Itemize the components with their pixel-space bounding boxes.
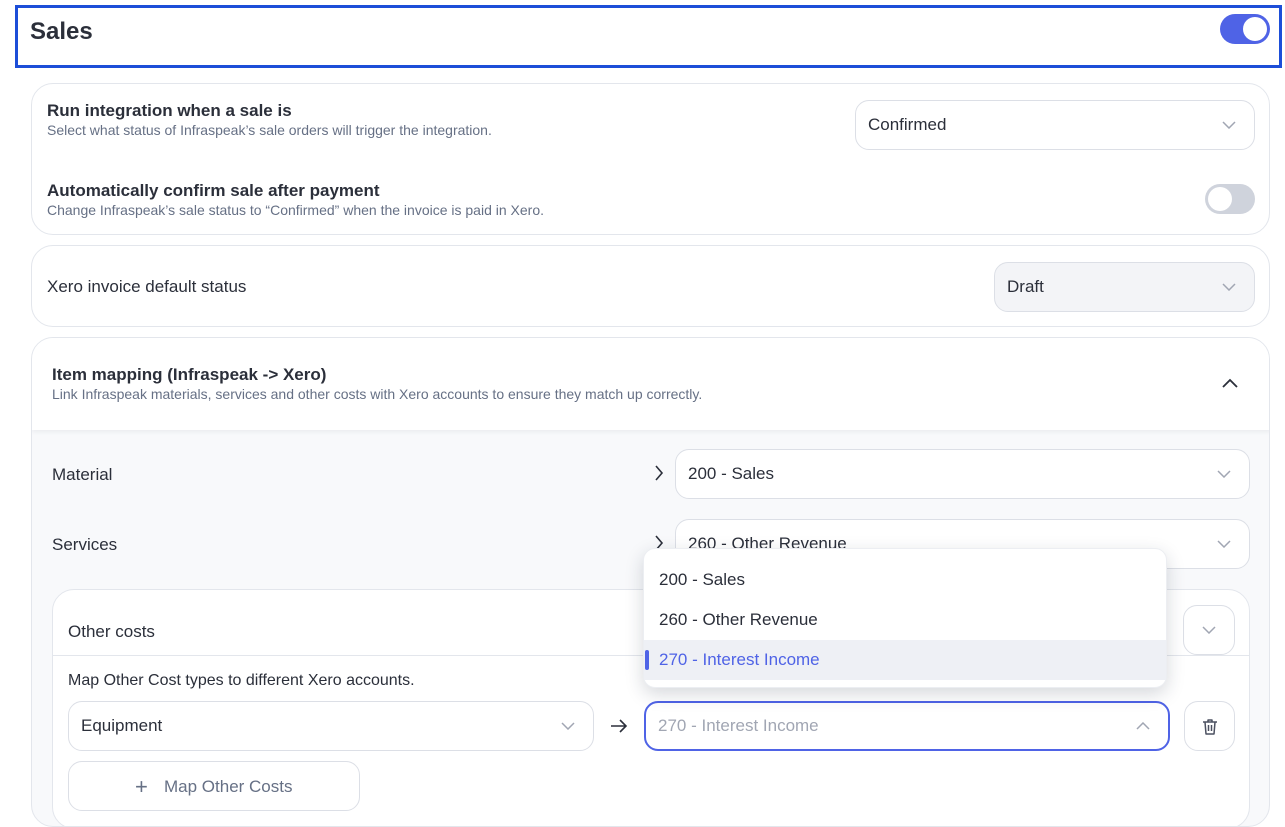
other-cost-account-select[interactable]: 270 - Interest Income [644,701,1170,751]
map-other-costs-label: Map Other Costs [164,777,293,796]
run-integration-title: Run integration when a sale is [47,101,292,120]
other-cost-account-placeholder: 270 - Interest Income [658,716,819,735]
auto-confirm-toggle[interactable] [1205,184,1255,214]
map-other-costs-button[interactable]: + Map Other Costs [68,761,360,811]
material-label: Material [52,465,113,484]
chevron-right-icon [655,465,664,481]
run-integration-status-select[interactable]: Confirmed [855,100,1255,150]
other-costs-instructions: Map Other Cost types to different Xero a… [68,672,415,689]
auto-confirm-description: Change Infraspeak’s sale status to “Conf… [47,202,545,218]
delete-mapping-button[interactable] [1184,701,1235,751]
chevron-down-icon [561,722,575,730]
run-integration-status-value: Confirmed [868,115,947,134]
arrow-right-icon [611,719,628,733]
dropdown-option-label: 270 - Interest Income [659,650,820,669]
account-dropdown-menu: 200 - Sales 260 - Other Revenue 270 - In… [643,548,1167,688]
trash-icon [1203,719,1217,735]
chevron-down-icon [1222,121,1236,129]
material-account-select[interactable]: 200 - Sales [675,449,1250,499]
item-mapping-header[interactable]: Item mapping (Infraspeak -> Xero) Link I… [32,338,1269,430]
other-cost-type-select[interactable]: Equipment [68,701,594,751]
section-title: Sales [30,18,93,45]
auto-confirm-title: Automatically confirm sale after payment [47,181,380,200]
plus-icon: + [135,774,148,799]
dropdown-option[interactable]: 200 - Sales [644,560,1166,600]
toggle-knob [1243,17,1267,41]
material-account-value: 200 - Sales [688,464,774,483]
item-mapping-description: Link Infraspeak materials, services and … [52,386,703,402]
chevron-down-icon [1217,470,1231,478]
sales-enabled-toggle[interactable] [1220,14,1270,44]
chevron-down-icon [1202,626,1216,634]
section-header: Sales [15,5,1282,68]
item-mapping-title: Item mapping (Infraspeak -> Xero) [52,365,327,384]
services-label: Services [52,535,118,554]
chevron-down-icon [1217,540,1231,548]
dropdown-option-label: 260 - Other Revenue [659,610,818,629]
other-cost-type-value: Equipment [81,716,163,735]
dropdown-option[interactable]: 260 - Other Revenue [644,600,1166,640]
toggle-knob [1208,187,1232,211]
other-costs-account-select[interactable] [1183,605,1235,655]
chevron-down-icon [1222,283,1236,291]
invoice-status-card: Xero invoice default status Draft [31,245,1270,327]
selection-indicator [645,650,649,670]
chevron-up-icon [1136,722,1150,730]
other-costs-label: Other costs [68,622,155,641]
run-integration-description: Select what status of Infraspeak’s sale … [47,122,492,138]
invoice-status-value: Draft [1007,277,1044,296]
dropdown-option-label: 200 - Sales [659,570,745,589]
invoice-status-label: Xero invoice default status [47,277,247,296]
dropdown-option-selected[interactable]: 270 - Interest Income [644,640,1166,680]
integration-settings-card: Run integration when a sale is Select wh… [31,83,1270,235]
invoice-status-select[interactable]: Draft [994,262,1255,312]
chevron-up-icon[interactable] [1222,378,1238,388]
